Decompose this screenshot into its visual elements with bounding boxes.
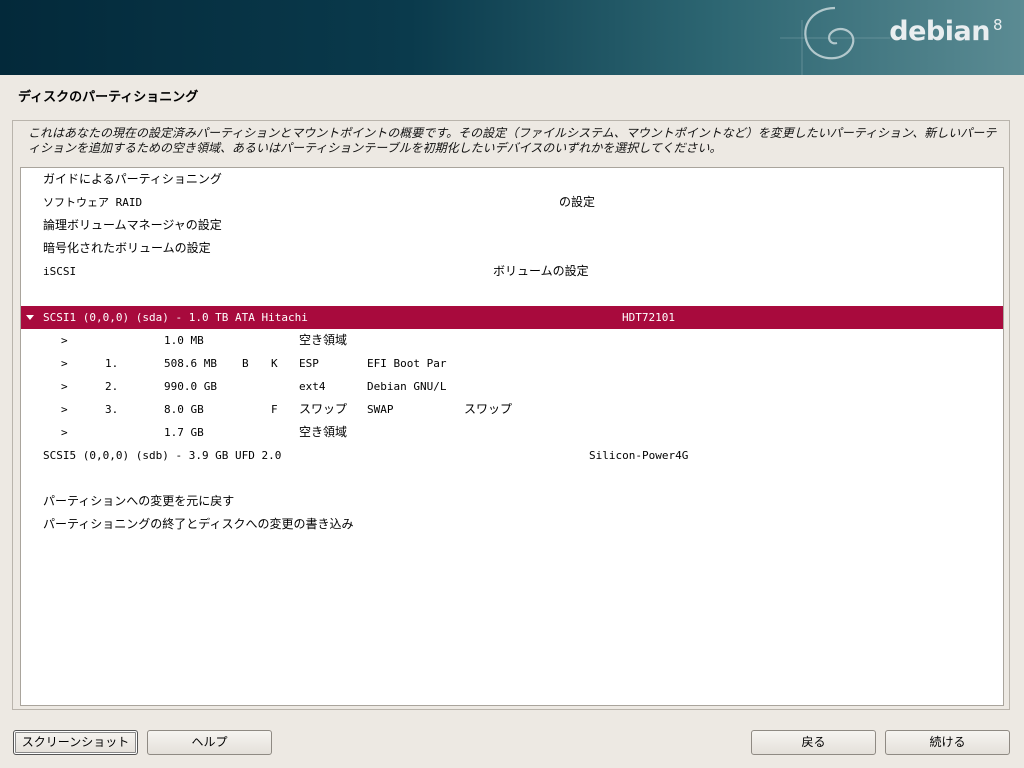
menu-item-label: 暗号化されたボリュームの設定	[43, 241, 211, 255]
screenshot-button[interactable]: スクリーンショット	[13, 730, 138, 755]
partition-row-2[interactable]: > 2. 990.0 GB ext4 Debian GNU/L	[21, 375, 1003, 398]
menu-item-label: パーティションへの変更を元に戻す	[43, 494, 235, 508]
menu-item-encrypted-volumes[interactable]: 暗号化されたボリュームの設定	[21, 237, 1003, 260]
menu-item-label: iSCSI	[43, 265, 77, 278]
partition-type: ext4	[299, 380, 326, 393]
page-title: ディスクのパーティショニング	[18, 90, 199, 105]
partition-arrow: >	[61, 380, 68, 393]
menu-item-label: ソフトウェア RAID	[43, 196, 143, 209]
partition-flag-format: F	[271, 403, 278, 416]
partition-size: 1.7 GB	[164, 426, 204, 439]
partition-type: 空き領域	[299, 333, 348, 347]
menu-item-finish-partitioning[interactable]: パーティショニングの終了とディスクへの変更の書き込み	[21, 513, 1003, 536]
partition-name: Debian GNU/L	[367, 380, 447, 393]
logo-text: debian	[889, 16, 990, 47]
partition-number: 1.	[105, 357, 119, 370]
description-text: これはあなたの現在の設定済みパーティションとマウントポイントの概要です。その設定…	[28, 126, 997, 155]
header-banner: debian 8	[0, 0, 1024, 75]
partition-type: ESP	[299, 357, 319, 370]
logo-version: 8	[992, 16, 1003, 34]
menu-item-guided-partitioning[interactable]: ガイドによるパーティショニング	[21, 168, 1003, 191]
help-button[interactable]: ヘルプ	[147, 730, 272, 755]
partition-mount: スワップ	[464, 402, 513, 416]
partition-name: EFI Boot Par	[367, 357, 447, 370]
menu-item-label: 論理ボリュームマネージャの設定	[43, 218, 222, 232]
partition-list[interactable]: ガイドによるパーティショニング ソフトウェア RAID の設定 論理ボリュームマ…	[20, 167, 1004, 706]
disk-model: Silicon-Power4G	[589, 449, 689, 462]
partition-size: 1.0 MB	[164, 334, 204, 347]
menu-item-lvm[interactable]: 論理ボリュームマネージャの設定	[21, 214, 1003, 237]
disk-row-sdb[interactable]: SCSI5 (0,0,0) (sdb) - 3.9 GB UFD 2.0 Sil…	[21, 444, 1003, 467]
menu-item-label: ガイドによるパーティショニング	[43, 172, 222, 186]
continue-button[interactable]: 続ける	[885, 730, 1010, 755]
menu-item-undo-changes[interactable]: パーティションへの変更を元に戻す	[21, 490, 1003, 513]
disk-label: SCSI5 (0,0,0) (sdb) - 3.9 GB UFD 2.0	[43, 449, 282, 462]
disk-model: HDT72101	[622, 311, 675, 324]
partition-arrow: >	[61, 334, 68, 347]
expand-triangle-icon[interactable]	[26, 315, 34, 320]
partition-row-1[interactable]: > 1. 508.6 MB B K ESP EFI Boot Par	[21, 352, 1003, 375]
partition-row-free-2[interactable]: > 1.7 GB 空き領域	[21, 421, 1003, 444]
partition-type: スワップ	[299, 402, 348, 416]
menu-item-iscsi[interactable]: iSCSI ボリュームの設定	[21, 260, 1003, 283]
debian-logo: debian 8	[889, 16, 1002, 47]
menu-item-label: パーティショニングの終了とディスクへの変更の書き込み	[43, 517, 354, 531]
partition-arrow: >	[61, 426, 68, 439]
debian-swirl-icon	[780, 6, 890, 75]
partition-number: 3.	[105, 403, 119, 416]
partition-flag-bootable: B	[242, 357, 249, 370]
partition-size: 508.6 MB	[164, 357, 217, 370]
menu-item-label-suffix: の設定	[559, 195, 596, 209]
menu-item-software-raid[interactable]: ソフトウェア RAID の設定	[21, 191, 1003, 214]
partition-flag-keep: K	[271, 357, 278, 370]
partition-arrow: >	[61, 403, 68, 416]
partition-type: 空き領域	[299, 425, 348, 439]
partition-row-free-1[interactable]: > 1.0 MB 空き領域	[21, 329, 1003, 352]
partition-arrow: >	[61, 357, 68, 370]
partition-name: SWAP	[367, 403, 394, 416]
disk-row-sda[interactable]: SCSI1 (0,0,0) (sda) - 1.0 TB ATA Hitachi…	[21, 306, 1003, 329]
partition-number: 2.	[105, 380, 119, 393]
disk-label: SCSI1 (0,0,0) (sda) - 1.0 TB ATA Hitachi	[43, 311, 308, 324]
menu-item-label-suffix: ボリュームの設定	[493, 264, 589, 278]
partition-size: 990.0 GB	[164, 380, 217, 393]
partition-row-3[interactable]: > 3. 8.0 GB F スワップ SWAP スワップ	[21, 398, 1003, 421]
partition-size: 8.0 GB	[164, 403, 204, 416]
back-button[interactable]: 戻る	[751, 730, 876, 755]
